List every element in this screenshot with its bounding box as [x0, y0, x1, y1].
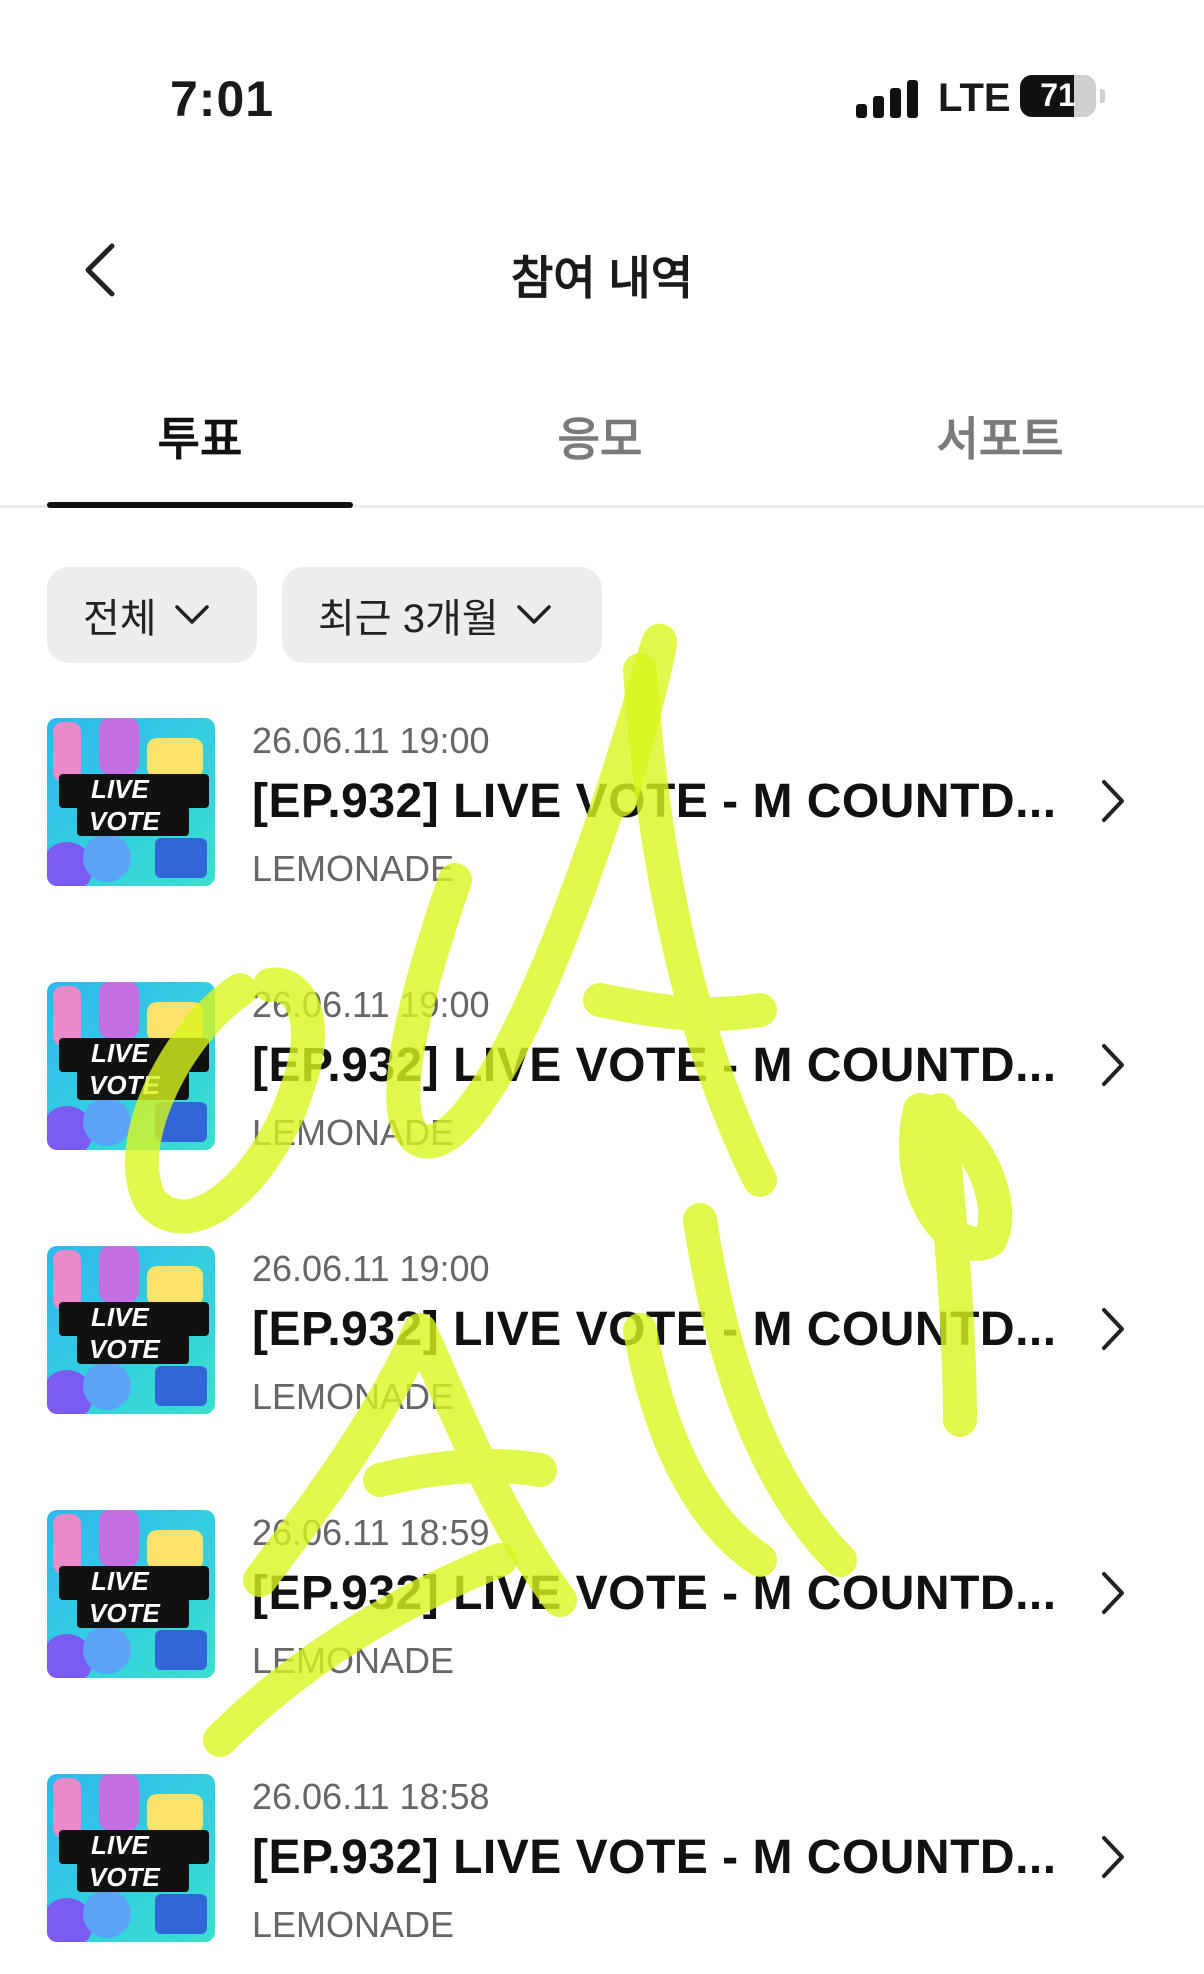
signal-icon [856, 78, 920, 118]
filter-category-dropdown[interactable]: 전체 [47, 567, 257, 663]
list-item[interactable]: LIVE VOTE 26.06.11 18:58 [EP.932] LIVE V… [0, 1774, 1204, 1974]
list-item[interactable]: LIVE VOTE 26.06.11 19:00 [EP.932] LIVE V… [0, 982, 1204, 1182]
live-vote-thumbnail: LIVE VOTE [47, 1246, 215, 1414]
chevron-down-icon [516, 605, 551, 624]
network-label: LTE [938, 76, 1011, 120]
thumbnail-text-live: LIVE [91, 1038, 149, 1068]
chevron-right-icon [1102, 1836, 1124, 1878]
thumbnail-text-vote: VOTE [89, 1334, 160, 1364]
chevron-right-icon [1102, 1572, 1124, 1614]
filter-period-label: 최근 3개월 [318, 597, 499, 641]
page-title: 참여 내역 [510, 252, 694, 304]
status-time: 7:01 [170, 71, 275, 127]
thumbnail-text-live: LIVE [91, 1566, 149, 1596]
item-date: 26.06.11 18:58 [252, 1776, 490, 1817]
item-date: 26.06.11 18:59 [252, 1512, 490, 1553]
battery-level: 71 [1040, 77, 1076, 113]
list-item[interactable]: LIVE VOTE 26.06.11 19:00 [EP.932] LIVE V… [0, 718, 1204, 918]
item-date: 26.06.11 19:00 [252, 1248, 490, 1289]
tab-vote[interactable]: 투표 [0, 403, 400, 469]
tab-entry[interactable]: 응모 [400, 403, 800, 469]
thumbnail-text-live: LIVE [91, 1830, 149, 1860]
item-date: 26.06.11 19:00 [252, 984, 490, 1025]
item-date: 26.06.11 19:00 [252, 720, 490, 761]
list-item[interactable]: LIVE VOTE 26.06.11 19:00 [EP.932] LIVE V… [0, 1246, 1204, 1446]
tab-bar: 투표 응모 서포트 [0, 395, 1204, 508]
thumbnail-text-vote: VOTE [89, 1862, 160, 1892]
thumbnail-text-live: LIVE [91, 1302, 149, 1332]
item-title: [EP.932] LIVE VOTE - M COUNTD... [252, 1039, 1057, 1092]
live-vote-thumbnail: LIVE VOTE [47, 718, 215, 886]
filter-category-label: 전체 [83, 597, 157, 641]
item-title: [EP.932] LIVE VOTE - M COUNTD... [252, 1303, 1057, 1356]
item-artist: LEMONADE [252, 1904, 455, 1945]
thumbnail-text-vote: VOTE [89, 1070, 160, 1100]
item-artist: LEMONADE [252, 848, 455, 889]
thumbnail-text-vote: VOTE [89, 1598, 160, 1628]
chevron-right-icon [1102, 780, 1124, 822]
status-bar: 7:01 LTE 71 [0, 0, 1204, 190]
live-vote-thumbnail: LIVE VOTE [47, 1774, 215, 1942]
chevron-right-icon [1102, 1044, 1124, 1086]
item-title: [EP.932] LIVE VOTE - M COUNTD... [252, 1567, 1057, 1620]
chevron-down-icon [174, 605, 209, 624]
item-title: [EP.932] LIVE VOTE - M COUNTD... [252, 775, 1057, 828]
live-vote-thumbnail: LIVE VOTE [47, 982, 215, 1150]
thumbnail-text-live: LIVE [91, 774, 149, 804]
battery-tip [1100, 89, 1105, 103]
filter-period-dropdown[interactable]: 최근 3개월 [282, 567, 602, 663]
active-tab-indicator [47, 502, 353, 508]
chevron-right-icon [1102, 1308, 1124, 1350]
battery-icon: 71 [1020, 75, 1096, 117]
thumbnail-text-vote: VOTE [89, 806, 160, 836]
item-artist: LEMONADE [252, 1640, 455, 1681]
item-title: [EP.932] LIVE VOTE - M COUNTD... [252, 1831, 1057, 1884]
list-item[interactable]: LIVE VOTE 26.06.11 18:59 [EP.932] LIVE V… [0, 1510, 1204, 1710]
tab-support[interactable]: 서포트 [800, 403, 1200, 469]
live-vote-thumbnail: LIVE VOTE [47, 1510, 215, 1678]
item-artist: LEMONADE [252, 1376, 455, 1417]
item-artist: LEMONADE [252, 1112, 455, 1153]
